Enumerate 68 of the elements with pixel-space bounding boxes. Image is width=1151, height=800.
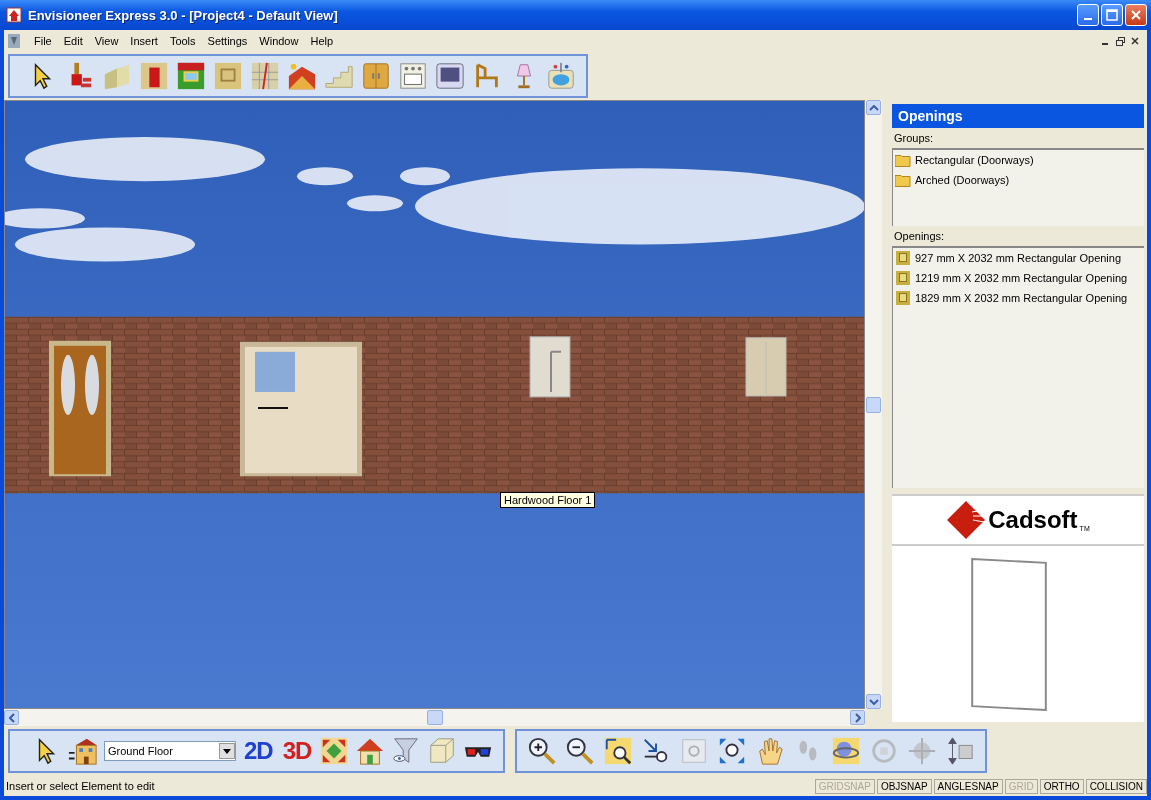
logo-text: Cadsoft (988, 506, 1078, 534)
openings-label: Openings: (893, 229, 946, 244)
menu-item[interactable]: Help (304, 33, 340, 49)
maximize-icon (1106, 9, 1118, 21)
cabinet-icon[interactable] (361, 61, 391, 91)
menu-item[interactable]: File (28, 33, 58, 49)
menu-item[interactable]: Tools (163, 33, 202, 49)
scroll-thumb[interactable] (866, 396, 881, 413)
opening-icon (895, 291, 911, 305)
document-icon (6, 33, 22, 49)
floor-dropdown[interactable]: Ground Floor (104, 741, 236, 761)
diamond-logo-icon (946, 500, 987, 540)
opening-icon (895, 251, 911, 265)
app-icon (6, 7, 22, 23)
group-item[interactable]: Arched (Doorways) (893, 170, 1144, 190)
close-icon[interactable] (1131, 36, 1139, 46)
group-item[interactable]: Rectangular (Doorways) (893, 150, 1144, 170)
horizontal-scrollbar[interactable] (4, 709, 865, 726)
zoom-window-icon[interactable] (603, 736, 634, 766)
status-indicator[interactable]: COLLISION (1085, 778, 1147, 794)
groups-label: Groups: (893, 131, 935, 146)
scroll-left-icon[interactable] (4, 710, 19, 725)
scroll-up-icon[interactable] (866, 100, 881, 115)
opening-item[interactable]: 1219 mm X 2032 mm Rectangular Opening (893, 268, 1144, 288)
menu-item[interactable]: Edit (57, 33, 89, 49)
folder-icon (895, 173, 911, 187)
panel-title: Openings (892, 104, 1144, 128)
elevation-icon[interactable] (945, 736, 976, 766)
scroll-thumb[interactable] (426, 710, 443, 725)
menu-item[interactable]: Settings (201, 33, 254, 49)
scroll-down-icon[interactable] (866, 694, 881, 709)
minimize-button[interactable] (1077, 4, 1099, 26)
tooltip: Hardwood Floor 1 (500, 492, 596, 508)
2d-view-button[interactable]: 2D (242, 737, 275, 765)
scroll-right-icon[interactable] (850, 710, 865, 725)
close-button[interactable] (1125, 4, 1147, 26)
restore-icon[interactable] (1116, 36, 1125, 46)
status-indicator[interactable]: ORTHO (1039, 778, 1084, 794)
window-icon[interactable] (176, 61, 206, 91)
opening-item[interactable]: 1829 mm X 2032 mm Rectangular Opening (893, 288, 1144, 308)
vertical-scrollbar[interactable] (865, 100, 882, 709)
opening-item[interactable]: 927 mm X 2032 mm Rectangular Opening (893, 248, 1144, 268)
folder-icon (895, 153, 911, 167)
window-title: Envisioneer Express 3.0 - [Project4 - Default View] (28, 7, 339, 23)
menu-item[interactable]: View (88, 33, 125, 49)
building-icon[interactable] (68, 736, 98, 766)
orbit-icon[interactable] (831, 736, 862, 766)
floor-grid-icon[interactable] (250, 61, 280, 91)
roof-icon[interactable] (287, 61, 317, 91)
status-indicator[interactable]: ANGLESNAP (933, 778, 1003, 794)
close-icon (1130, 9, 1142, 21)
door-icon[interactable] (139, 61, 169, 91)
sink-icon[interactable] (546, 61, 576, 91)
opening-icon (895, 271, 911, 285)
menu-item[interactable]: Window (253, 33, 305, 49)
3d-view-button[interactable]: 3D (280, 737, 314, 765)
monitor-icon[interactable] (435, 61, 465, 91)
minimize-icon (1084, 18, 1092, 20)
house-icon[interactable] (355, 736, 386, 766)
arrows-icon[interactable] (319, 736, 350, 766)
opening-icon[interactable] (213, 61, 243, 91)
zoom-out-icon[interactable] (565, 736, 596, 766)
status-message: Insert or select Element to edit (6, 780, 156, 792)
zoom-in-icon[interactable] (527, 736, 558, 766)
menu-item[interactable]: Insert (124, 33, 164, 49)
status-indicator[interactable]: OBJSNAP (876, 778, 932, 794)
stove-icon[interactable] (398, 61, 428, 91)
maximize-button[interactable] (1101, 4, 1123, 26)
